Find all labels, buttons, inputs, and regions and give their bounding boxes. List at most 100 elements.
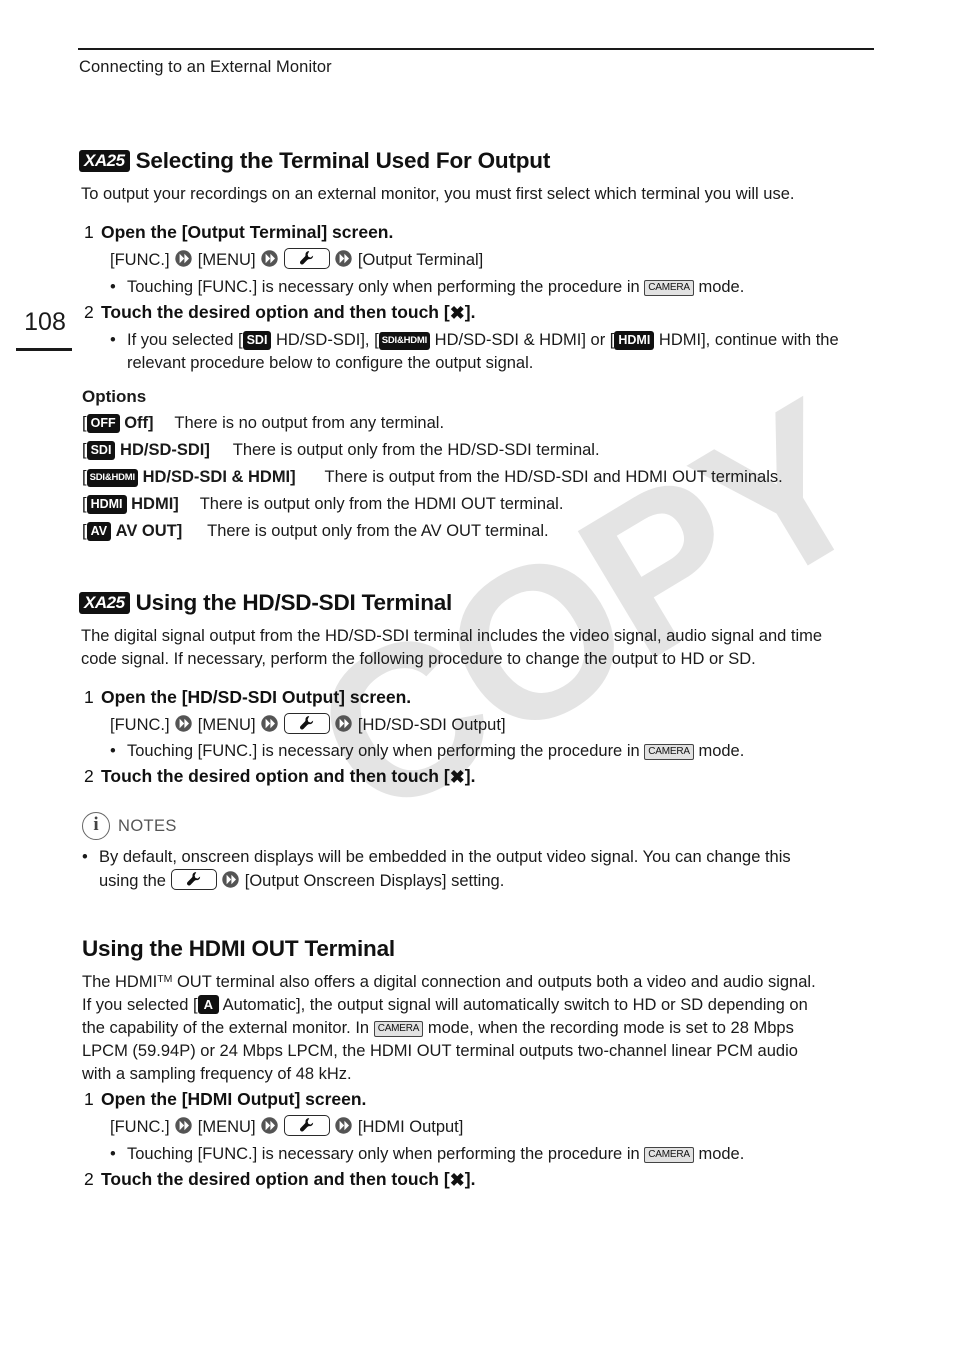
menu-token[interactable]: [MENU] — [198, 716, 256, 734]
note-text-line2-post: [Output Onscreen Displays] setting. — [244, 872, 505, 890]
step-text: Open the [HD/SD-SDI Output] screen. — [101, 687, 412, 707]
bullet-dot: • — [110, 331, 116, 349]
section-title: Selecting the Terminal Used For Output — [135, 148, 551, 173]
option-bracket: [ — [82, 522, 87, 540]
hdmi-badge: HDMI — [86, 495, 127, 514]
hdmi-badge: HDMI — [614, 331, 655, 350]
close-x-icon[interactable]: ✖ — [450, 303, 465, 323]
bullet-dot: • — [110, 278, 116, 296]
section1-step1-path: [FUNC.] [MENU] [Output Terminal] — [110, 248, 483, 270]
option-name: HD/SD-SDI] — [120, 441, 210, 459]
section-heading-hdsdsdi: XA25 Using the HD/SD-SDI Terminal — [79, 590, 452, 616]
close-x-icon[interactable]: ✖ — [450, 1170, 465, 1190]
camera-mode-badge: CAMERA — [373, 1021, 424, 1037]
wrench-setup-menu-icon[interactable] — [170, 869, 217, 890]
camera-mode-badge: CAMERA — [644, 744, 694, 760]
step-number: 1 — [84, 222, 94, 242]
menu-token[interactable]: [MENU] — [198, 1118, 256, 1136]
page-number: 108 — [24, 308, 66, 336]
header-rule — [78, 48, 874, 50]
wrench-setup-menu-icon[interactable] — [283, 1115, 330, 1136]
info-icon: i — [82, 812, 110, 840]
note-text: HD/SD-SDI], [ — [276, 331, 379, 349]
av-badge: AV — [86, 522, 112, 541]
section3-step1: 1 Open the [HDMI Output] screen. — [84, 1089, 366, 1110]
section1-step1-note: • Touching [FUNC.] is necessary only whe… — [110, 276, 900, 299]
intro-line-4: LPCM (59.94P) or 24 Mbps LPCM, the HDMI … — [82, 1042, 798, 1060]
section-heading-hdmi-out: Using the HDMI OUT Terminal — [82, 936, 395, 962]
section2-step1: 1 Open the [HD/SD-SDI Output] screen. — [84, 687, 411, 708]
chevron-right-icon — [174, 249, 193, 268]
xa25-badge: XA25 — [79, 150, 130, 172]
intro-text: the capability of the external monitor. … — [82, 1019, 370, 1037]
page-number-rule — [16, 348, 72, 351]
note-text: Touching [FUNC.] is necessary only when … — [127, 742, 640, 760]
option-row-hdsdsdi: [SDI HD/SD-SDI] There is output only fro… — [82, 439, 600, 462]
chevron-right-icon — [174, 714, 193, 733]
intro-text: The HDMI — [82, 973, 158, 991]
func-token[interactable]: [FUNC.] — [110, 1118, 170, 1136]
notes-label: NOTES — [118, 816, 177, 835]
options-label: Options — [82, 387, 147, 406]
note-text-line2: relevant procedure below to configure th… — [127, 354, 534, 372]
camera-mode-badge: CAMERA — [644, 1147, 694, 1163]
note-text-tail: mode. — [698, 278, 745, 296]
option-desc: There is no output from any terminal. — [174, 414, 445, 432]
step-text-tail: ]. — [464, 766, 476, 786]
note-text: Touching [FUNC.] is necessary only when … — [127, 1145, 640, 1163]
step-number: 2 — [84, 302, 94, 322]
wrench-setup-menu-icon[interactable] — [283, 713, 330, 734]
option-name: Off] — [124, 414, 154, 432]
chevron-right-icon — [334, 249, 353, 268]
section3-step1-note: • Touching [FUNC.] is necessary only whe… — [110, 1143, 900, 1166]
menu-token[interactable]: [MENU] — [198, 251, 256, 269]
chevron-right-icon — [334, 1116, 353, 1135]
chevron-right-icon — [260, 1116, 279, 1135]
section2-step1-path: [FUNC.] [MENU] [HD/SD-SDI Output] — [110, 713, 506, 735]
option-bracket: [ — [82, 414, 87, 432]
section2-intro: The digital signal output from the HD/SD… — [81, 627, 823, 668]
option-name: AV OUT] — [115, 522, 183, 540]
automatic-badge: A — [197, 995, 219, 1014]
section1-intro: To output your recordings on an external… — [81, 185, 795, 203]
section-title: Using the HD/SD-SDI Terminal — [135, 590, 453, 615]
intro-text-cont: OUT terminal also offers a digital conne… — [172, 973, 816, 991]
intro-line-5: with a sampling frequency of 48 kHz. — [82, 1065, 352, 1083]
xa25-badge: XA25 — [79, 592, 130, 614]
step-text-tail: ]. — [464, 1169, 476, 1189]
chevron-right-icon — [221, 870, 240, 889]
step-text: Touch the desired option and then touch … — [101, 1169, 450, 1189]
section-title: Using the HDMI OUT Terminal — [82, 936, 395, 961]
option-name: HD/SD-SDI & HDMI] — [142, 468, 296, 486]
option-desc: There is output only from the HDMI OUT t… — [199, 495, 564, 513]
bullet-dot: • — [82, 848, 88, 866]
option-bracket: [ — [82, 441, 87, 459]
chevron-right-icon — [260, 714, 279, 733]
note-text: If you selected [ — [127, 331, 243, 349]
step-text: Touch the desired option and then touch … — [101, 302, 450, 322]
notes-heading: i NOTES — [82, 812, 177, 840]
bullet-dot: • — [110, 1145, 116, 1163]
hdmi-output-token[interactable]: [HDMI Output] — [358, 1118, 463, 1136]
func-token[interactable]: [FUNC.] — [110, 716, 170, 734]
option-row-off: [OFF Off] There is no output from any te… — [82, 412, 444, 435]
output-terminal-token[interactable]: [Output Terminal] — [358, 251, 483, 269]
option-desc: There is output only from the AV OUT ter… — [207, 522, 549, 540]
func-token[interactable]: [FUNC.] — [110, 251, 170, 269]
hdsdsdi-output-token[interactable]: [HD/SD-SDI Output] — [358, 716, 506, 734]
wrench-setup-menu-icon[interactable] — [283, 248, 330, 269]
notes-item-1: • By default, onscreen displays will be … — [82, 846, 882, 893]
close-x-icon[interactable]: ✖ — [450, 767, 465, 787]
step-number: 1 — [84, 687, 94, 707]
step-text: Open the [Output Terminal] screen. — [101, 222, 394, 242]
note-text-line2-pre: using the — [99, 872, 166, 890]
section3-intro: The HDMITM OUT terminal also offers a di… — [82, 968, 892, 1086]
note-text-line1: By default, onscreen displays will be em… — [99, 848, 791, 866]
note-text-tail: mode. — [698, 742, 745, 760]
intro-text-cont: Automatic], the output signal will autom… — [222, 996, 808, 1014]
option-name: HDMI] — [131, 495, 179, 513]
sdi-badge: SDI — [242, 331, 272, 350]
sdi-hdmi-badge: SDI&HDMI — [378, 332, 431, 350]
running-header: Connecting to an External Monitor — [79, 58, 332, 76]
option-desc: There is output only from the HD/SD-SDI … — [232, 441, 600, 459]
